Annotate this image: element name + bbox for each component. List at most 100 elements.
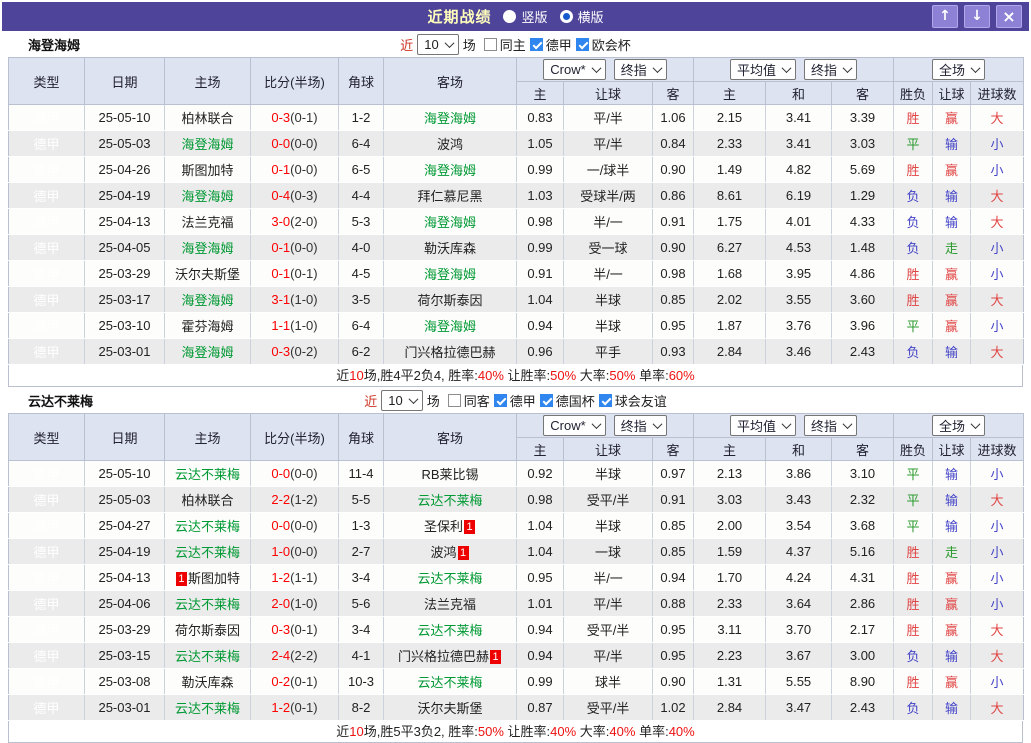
bookmaker-select[interactable]: Crow* (543, 59, 606, 80)
avg-home-odds: 2.02 (693, 286, 767, 313)
team-link: 柏林联合 (181, 111, 234, 126)
team-link: 霍芬海姆 (181, 319, 234, 334)
column-header: 主场 (164, 57, 251, 105)
handicap-line: 半/一 (563, 260, 653, 287)
average-select[interactable]: 平均值 (730, 59, 797, 80)
team-link: 法兰克福 (423, 597, 476, 612)
filter-checkbox-option[interactable]: 德甲 (529, 35, 572, 54)
sub-column-header: 和 (765, 437, 833, 461)
header-row-groups: 类型 日期 主场 比分(半场) 角球 客场 Crow* 终指 平均值 终指 全场 (8, 57, 1025, 105)
handicap-line: 受平/半 (563, 694, 653, 721)
handicap-line: 一/球半 (563, 156, 653, 183)
league-cell: 德甲 (8, 130, 85, 157)
score-cell: 0-2(0-1) (250, 668, 339, 695)
title-group: 近期战绩 竖版 横版 (427, 6, 603, 27)
fulltime-select[interactable]: 全场 (932, 59, 986, 80)
result-handicap: 输 (932, 460, 972, 487)
fulltime-score: 0-4 (271, 188, 291, 203)
checkbox-checked-icon[interactable] (493, 393, 507, 407)
score-cell: 3-0(2-0) (250, 208, 339, 235)
score-cell: 0-0(0-0) (250, 512, 339, 539)
result-handicap: 输 (932, 182, 972, 209)
home-team-cell: 云达不莱梅 (164, 590, 251, 617)
column-header: 比分(半场) (250, 413, 339, 461)
result-handicap: 赢 (932, 590, 972, 617)
handicap-home-odds: 0.94 (516, 642, 564, 669)
handicap-away-odds: 0.85 (651, 286, 695, 313)
matches-label: 场 (426, 393, 440, 409)
average-select[interactable]: 平均值 (730, 415, 797, 436)
avg-odds-time-select[interactable]: 终指 (804, 59, 858, 80)
result-winloss: 胜 (893, 538, 934, 565)
match-row: 德甲 25-04-13 法兰克福 3-0(2-0) 5-3 海登海姆 0.98 半/一 0.91… (8, 208, 1025, 235)
score-cell: 0-3(0-1) (250, 104, 339, 131)
team-link: 海登海姆 (423, 319, 476, 334)
filter-checkbox-option[interactable]: 同主 (483, 35, 526, 54)
checkbox-unchecked-icon[interactable] (447, 393, 461, 407)
filter-checkbox-option[interactable]: 德国杯 (539, 391, 595, 410)
filter-checkbox-option[interactable]: 德甲 (493, 391, 536, 410)
column-header: 日期 (84, 413, 165, 461)
handicap-home-odds: 0.94 (516, 312, 564, 339)
team-link: 拜仁慕尼黑 (417, 189, 483, 204)
avg-draw-odds: 6.19 (765, 182, 833, 209)
avg-away-odds: 2.17 (831, 616, 895, 643)
match-count-select[interactable]: 10 (417, 33, 459, 55)
match-count-select[interactable]: 10 (381, 389, 423, 411)
layout-radio-horizontal[interactable]: 横版 (559, 7, 604, 26)
filter-checkbox-option[interactable]: 欧会杯 (575, 35, 631, 54)
checkbox-checked-icon[interactable] (539, 393, 553, 407)
result-winloss: 负 (893, 642, 934, 669)
corner-cell: 6-5 (338, 156, 384, 183)
average-odds-group: 平均值 终指 (693, 57, 895, 82)
result-handicap: 赢 (932, 312, 972, 339)
league-cell: 德甲 (8, 512, 85, 539)
summary-row: 近10场,胜4平2负4, 胜率:40% 让胜率:50% 大率:50% 单率:60… (8, 365, 1023, 387)
layout-radio-vertical[interactable]: 竖版 (503, 7, 548, 26)
bookmaker-select[interactable]: Crow* (543, 415, 606, 436)
date-cell: 25-03-08 (84, 668, 165, 695)
avg-odds-time-select[interactable]: 终指 (804, 415, 858, 436)
fulltime-score: 1-2 (271, 700, 291, 715)
team-link: 海登海姆 (181, 293, 234, 308)
result-winloss: 负 (893, 694, 934, 721)
halftime-score: (1-0) (290, 318, 318, 333)
close-button[interactable]: × (996, 5, 1022, 28)
fulltime-select[interactable]: 全场 (932, 415, 986, 436)
radio-icon[interactable] (559, 10, 573, 23)
checkbox-checked-icon[interactable] (575, 37, 589, 51)
move-down-button[interactable]: ↓ (964, 5, 990, 28)
team-section: 海登海姆 近 10 场 同主 德甲 欧会杯 类型 日期 主场 比分(半场) 角球… (0, 31, 1031, 387)
handicap-line: 平/半 (563, 130, 653, 157)
score-cell: 0-1(0-1) (250, 260, 339, 287)
score-cell: 2-4(2-2) (250, 642, 339, 669)
date-cell: 25-05-03 (84, 130, 165, 157)
odds-time-select[interactable]: 终指 (613, 415, 667, 436)
column-header: 角球 (338, 413, 384, 461)
league-cell: 德甲 (8, 460, 85, 487)
avg-draw-odds: 3.64 (765, 590, 833, 617)
result-handicap: 输 (932, 486, 972, 513)
fulltime-score: 0-3 (271, 110, 291, 125)
checkbox-unchecked-icon[interactable] (483, 37, 497, 51)
handicap-away-odds: 0.97 (651, 460, 695, 487)
match-row: 德甲 25-03-15 云达不莱梅 2-4(2-2) 4-1 门兴格拉德巴赫 1 0.94 平/… (8, 642, 1025, 669)
avg-home-odds: 2.84 (693, 338, 767, 365)
move-up-button[interactable]: ↑ (932, 5, 958, 28)
odds-time-select[interactable]: 终指 (613, 59, 667, 80)
result-group: 全场 (893, 413, 1025, 438)
score-cell: 1-0(0-0) (250, 538, 339, 565)
league-cell: 德甲 (8, 286, 85, 313)
avg-draw-odds: 3.46 (765, 338, 833, 365)
filter-checkbox-option[interactable]: 球会友谊 (598, 391, 667, 410)
team-link: 门兴格拉德巴赫 (404, 345, 496, 360)
filter-checkbox-label: 德国杯 (555, 393, 595, 409)
handicap-home-odds: 0.92 (516, 460, 564, 487)
checkbox-checked-icon[interactable] (529, 37, 543, 51)
home-team-cell: 云达不莱梅 (164, 512, 251, 539)
checkbox-checked-icon[interactable] (598, 393, 612, 407)
handicap-home-odds: 0.98 (516, 208, 564, 235)
radio-icon[interactable] (503, 10, 517, 23)
handicap-away-odds: 1.06 (651, 104, 695, 131)
filter-checkbox-option[interactable]: 同客 (447, 391, 490, 410)
